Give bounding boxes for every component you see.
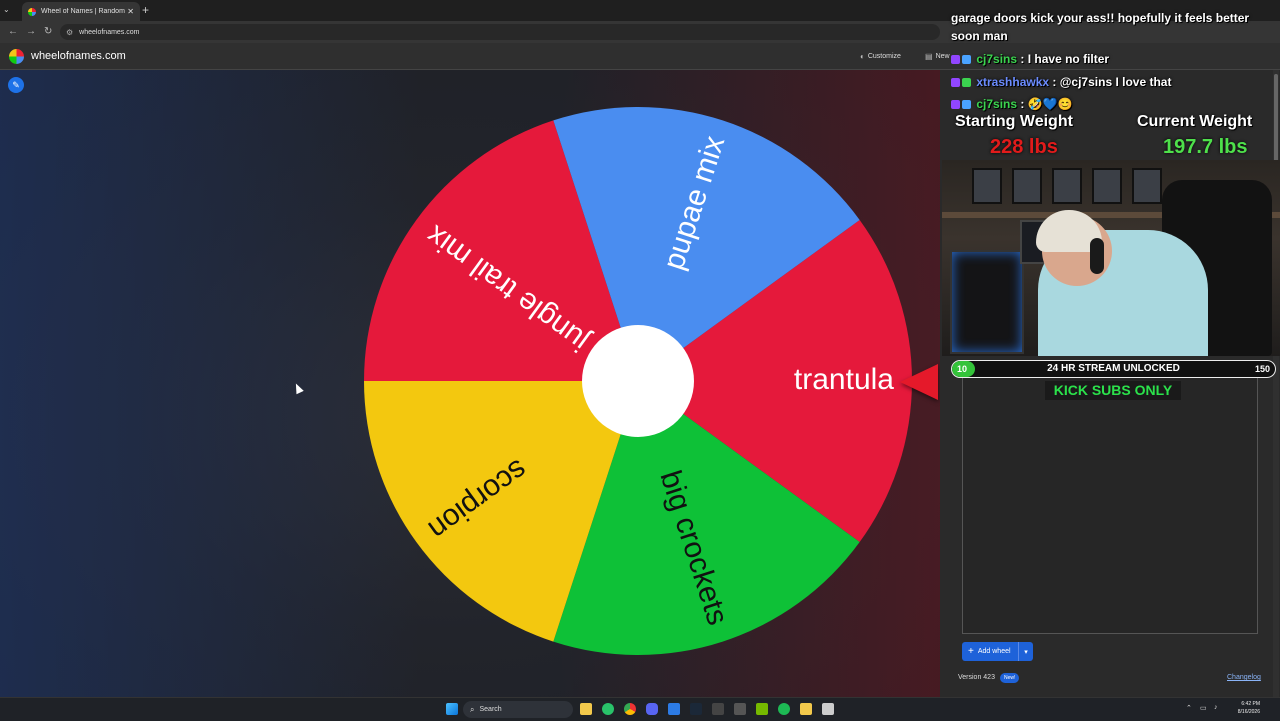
- network-icon[interactable]: ▭: [1200, 704, 1207, 712]
- wheel-logo-icon: [9, 49, 24, 64]
- new-label: New: [935, 53, 950, 60]
- tab-close-icon[interactable]: ✕: [127, 7, 134, 16]
- badge-icon: [962, 55, 971, 64]
- chat-text: : @cj7sins I love that: [1052, 75, 1172, 89]
- wheel-favicon-icon: [28, 7, 36, 16]
- forward-icon[interactable]: →: [26, 26, 36, 37]
- customize-label: Customize: [867, 53, 901, 60]
- chat-text: : 🤣💙😊: [1020, 97, 1073, 111]
- headset-icon: [1090, 238, 1104, 274]
- search-icon: ⌕: [470, 704, 475, 714]
- spotify-icon[interactable]: [778, 703, 790, 715]
- file-explorer-icon[interactable]: [580, 703, 592, 715]
- current-weight-value: 197.7 lbs: [1163, 136, 1248, 158]
- customize-button[interactable]: ◐ Customize: [860, 52, 901, 61]
- chat-message-first: garage doors kick your ass!! hopefully i…: [951, 11, 1250, 43]
- taskbar: ⌕ Search ⌃ ▭ ♪ 6:42 PM 8/16/2026: [0, 697, 1280, 721]
- badge-icon: [951, 55, 960, 64]
- chat-username: cj7sins: [976, 52, 1018, 66]
- tab-list-chevron-icon[interactable]: ⌄: [3, 5, 10, 14]
- chat-username: cj7sins: [976, 97, 1018, 111]
- site-info-icon[interactable]: ⚙: [66, 28, 73, 37]
- tray-chevron-icon[interactable]: ⌃: [1186, 704, 1192, 712]
- changelog-link[interactable]: Changelog: [1227, 674, 1261, 681]
- starting-weight-label: Starting Weight: [955, 113, 1073, 130]
- chrome-icon[interactable]: [624, 703, 636, 715]
- taskbar-search[interactable]: ⌕ Search: [463, 701, 573, 718]
- current-weight-label: Current Weight: [1137, 113, 1253, 130]
- version-label: Version 423: [958, 674, 995, 681]
- tab-title: Wheel of Names | Random: [41, 8, 125, 15]
- spin-wheel[interactable]: trantulabig crocketsscorpionjungle trail…: [360, 103, 916, 659]
- nvidia-icon[interactable]: [756, 703, 768, 715]
- search-placeholder: Search: [479, 706, 502, 713]
- reload-icon[interactable]: ↻: [44, 26, 52, 37]
- chat-line: cj7sins : 🤣💙😊: [951, 97, 1073, 111]
- url-input[interactable]: ⚙ wheelofnames.com: [60, 24, 940, 40]
- goal-label: 24 HR STREAM UNLOCKED: [1047, 363, 1180, 374]
- add-wheel-button[interactable]: + Add wheel ▾: [962, 642, 1033, 661]
- wheel-center-hub[interactable]: [582, 325, 694, 437]
- chat-text: : I have no filter: [1020, 52, 1110, 66]
- chat-username: xtrashhawkx: [976, 75, 1050, 89]
- taskbar-clock[interactable]: 6:42 PM 8/16/2026: [1236, 700, 1260, 716]
- badge-icon: [962, 78, 971, 87]
- browser-tab[interactable]: Wheel of Names | Random ✕: [22, 2, 140, 21]
- windows-start-icon[interactable]: [446, 703, 458, 715]
- new-badge: New!: [1000, 673, 1020, 683]
- app-icon[interactable]: [712, 703, 724, 715]
- palette-icon: ◐: [860, 52, 865, 61]
- clock-date: 8/16/2026: [1237, 709, 1260, 715]
- starting-weight-value: 228 lbs: [990, 136, 1058, 158]
- webcam-feed: [942, 160, 1280, 356]
- chat-line: xtrashhawkx : @cj7sins I love that: [951, 75, 1171, 89]
- volume-icon[interactable]: ♪: [1214, 704, 1218, 711]
- notepad-icon[interactable]: [822, 703, 834, 715]
- discord-icon[interactable]: [646, 703, 658, 715]
- entries-textarea[interactable]: [962, 362, 1258, 634]
- steam-icon[interactable]: [690, 703, 702, 715]
- goal-target: 150: [1254, 364, 1270, 374]
- wheel-pointer-icon: [900, 364, 938, 400]
- url-text: wheelofnames.com: [79, 28, 140, 36]
- clock-time: 6:42 PM: [1241, 701, 1260, 707]
- add-wheel-dropdown-icon[interactable]: ▾: [1018, 642, 1033, 661]
- new-button[interactable]: ▤ New: [925, 52, 950, 61]
- badge-icon: [951, 100, 960, 109]
- add-wheel-label: Add wheel: [977, 648, 1011, 655]
- edit-pencil-icon[interactable]: ✎: [8, 77, 24, 93]
- xbox-icon[interactable]: [602, 703, 614, 715]
- wheel-segment-label: trantula: [794, 363, 894, 396]
- site-name[interactable]: wheelofnames.com: [31, 50, 126, 62]
- file-icon: ▤: [925, 52, 933, 61]
- new-tab-icon[interactable]: +: [142, 3, 149, 17]
- kick-subs-banner: KICK SUBS ONLY: [1045, 381, 1181, 400]
- app-icon[interactable]: [668, 703, 680, 715]
- app-icon[interactable]: [800, 703, 812, 715]
- badge-icon: [951, 78, 960, 87]
- back-icon[interactable]: ←: [8, 26, 18, 37]
- plus-icon: +: [968, 646, 974, 657]
- sub-goal-progress-bar: 10 24 HR STREAM UNLOCKED 150: [951, 360, 1276, 378]
- app-icon[interactable]: [734, 703, 746, 715]
- badge-icon: [962, 100, 971, 109]
- chat-line: cj7sins : I have no filter: [951, 52, 1109, 66]
